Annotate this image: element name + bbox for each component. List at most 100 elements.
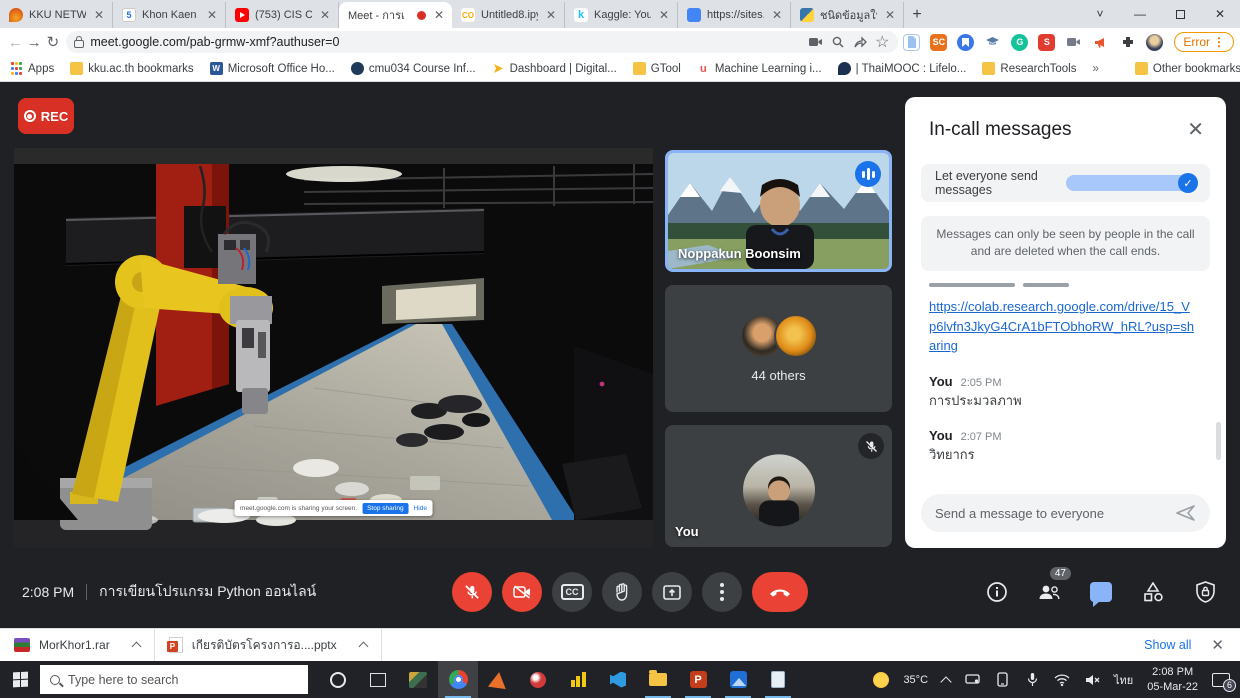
tab-search-chevron-icon[interactable]: ˅ [1080, 0, 1120, 28]
show-all-downloads-button[interactable]: Show all [1144, 638, 1191, 652]
bookmark-extension-icon[interactable] [957, 34, 974, 51]
start-button[interactable] [0, 661, 40, 698]
back-button[interactable]: ← [6, 30, 25, 54]
bookmark-thaimooc[interactable]: | ThaiMOOC : Lifelo... [838, 62, 967, 75]
zoom-icon[interactable] [830, 34, 846, 50]
meeting-details-button[interactable] [984, 579, 1010, 605]
tab-kku-network[interactable]: KKU NETWORK | S ✕ [0, 2, 113, 28]
taskbar-file-explorer[interactable] [638, 661, 678, 698]
weather-sun-icon[interactable] [873, 672, 889, 688]
tab-khon-kaen[interactable]: 5 Khon Kaen Univer ✕ [113, 2, 226, 28]
taskbar-search[interactable] [40, 665, 308, 694]
chat-scrollbar[interactable] [1216, 422, 1221, 460]
display-tray-icon[interactable] [964, 672, 980, 688]
tab-close-icon[interactable]: ✕ [92, 8, 106, 22]
megaphone-extension-icon[interactable] [1092, 34, 1109, 51]
mic-tray-icon[interactable] [1024, 672, 1040, 688]
taskbar-cortana[interactable] [318, 661, 358, 698]
shared-screen-video[interactable]: meet.google.com is sharing your screen. … [14, 148, 653, 548]
taskbar-notepad[interactable] [758, 661, 798, 698]
profile-avatar[interactable] [1146, 34, 1163, 51]
taskbar-matlab[interactable] [478, 661, 518, 698]
chat-message-input[interactable] [935, 506, 1168, 521]
tab-kaggle[interactable]: k Kaggle: Your Mac ✕ [565, 2, 678, 28]
tab-close-icon[interactable]: ✕ [883, 8, 897, 22]
bookmark-cmu034[interactable]: cmu034 Course Inf... [351, 62, 476, 75]
participant-tile-you[interactable]: You [665, 425, 892, 547]
extensions-puzzle-icon[interactable] [1119, 34, 1136, 51]
send-icon[interactable] [1176, 504, 1196, 522]
grammarly-extension-icon[interactable]: G [1011, 34, 1028, 51]
tab-close-icon[interactable]: ✕ [205, 8, 219, 22]
taskbar-power-bi[interactable] [558, 661, 598, 698]
taskbar-snipping-tool[interactable] [518, 661, 558, 698]
taskbar-photos[interactable] [718, 661, 758, 698]
present-screen-button[interactable] [652, 572, 692, 612]
other-bookmarks-button[interactable]: Other bookmarks [1135, 62, 1240, 75]
tab-numpy-thai[interactable]: ชนิดข้อมูลใน NumP ✕ [791, 2, 904, 28]
screencast-extension-icon[interactable] [1065, 34, 1082, 51]
url-text[interactable]: meet.google.com/pab-grmw-xmf?authuser=0 [90, 35, 802, 49]
close-downloads-bar-icon[interactable]: ✕ [1211, 636, 1224, 654]
scopus-extension-icon[interactable]: SC [930, 34, 947, 51]
host-controls-button[interactable] [1192, 579, 1218, 605]
screen-capture-icon[interactable] [808, 34, 824, 50]
close-window-button[interactable]: ✕ [1200, 0, 1240, 28]
tab-youtube-cis[interactable]: (753) CIS Comput ✕ [226, 2, 339, 28]
language-indicator[interactable]: ไทย [1114, 671, 1133, 689]
taskbar-vscode[interactable] [598, 661, 638, 698]
taskbar-search-input[interactable] [68, 673, 268, 687]
taskbar-powerpoint[interactable]: P [678, 661, 718, 698]
participant-tile-others[interactable]: 44 others [665, 285, 892, 412]
end-call-button[interactable] [752, 572, 808, 612]
tab-close-icon[interactable]: ✕ [432, 8, 446, 22]
bookmarks-overflow-button[interactable]: » [1092, 63, 1098, 75]
download-menu-chevron-icon[interactable] [358, 642, 368, 652]
minimize-button[interactable]: — [1120, 0, 1160, 28]
reload-button[interactable]: ↻ [44, 30, 63, 54]
bookmark-gtool-folder[interactable]: GTool [633, 62, 681, 75]
tab-meet-active[interactable]: Meet - การเ ✕ [339, 2, 452, 28]
download-item-pptx[interactable]: เกียรติบัตรโครงการอ....pptx [155, 629, 382, 661]
share-icon[interactable] [852, 34, 868, 50]
activities-button[interactable] [1140, 579, 1166, 605]
tab-close-icon[interactable]: ✕ [657, 8, 671, 22]
download-menu-chevron-icon[interactable] [131, 642, 141, 652]
taskbar-task-view[interactable] [358, 661, 398, 698]
tab-google-sites[interactable]: https://sites.goog ✕ [678, 2, 791, 28]
tab-close-icon[interactable]: ✕ [770, 8, 784, 22]
hide-share-bar-button[interactable]: Hide [414, 505, 427, 512]
taskbar-obs[interactable] [398, 661, 438, 698]
error-chip[interactable]: Error ⋮ [1174, 32, 1234, 52]
captions-button[interactable]: CC [552, 572, 592, 612]
weather-temp[interactable]: 35°C [903, 674, 928, 686]
bookmark-kku-folder[interactable]: kku.ac.th bookmarks [70, 62, 193, 75]
bookmark-apps[interactable]: Apps [10, 62, 54, 75]
taskbar-clock[interactable]: 2:08 PM 05-Mar-22 [1147, 665, 1198, 694]
bookmark-dashboard[interactable]: Dashboard | Digital... [492, 62, 617, 75]
forward-button[interactable]: → [25, 30, 44, 54]
gradcap-extension-icon[interactable] [984, 34, 1001, 51]
toggle-switch[interactable] [1066, 175, 1197, 191]
phone-tray-icon[interactable] [994, 672, 1010, 688]
mic-off-button[interactable] [452, 572, 492, 612]
doc-extension-icon[interactable] [903, 34, 920, 51]
tab-close-icon[interactable]: ✕ [544, 8, 558, 22]
menu-kebab-icon[interactable]: ⋮ [1213, 35, 1225, 49]
wifi-tray-icon[interactable] [1054, 672, 1070, 688]
allow-messages-toggle-row[interactable]: Let everyone send messages [921, 164, 1210, 202]
colab-link[interactable]: https://colab.research.google.com/drive/… [929, 299, 1194, 353]
camera-off-button[interactable] [502, 572, 542, 612]
chat-button-active[interactable] [1088, 579, 1114, 605]
stop-sharing-button[interactable]: Stop sharing [362, 503, 409, 514]
bookmark-researchtools-folder[interactable]: ResearchTools [982, 62, 1076, 75]
lock-icon[interactable] [74, 40, 84, 48]
taskbar-chrome[interactable] [438, 661, 478, 698]
tab-close-icon[interactable]: ✕ [318, 8, 332, 22]
new-tab-button[interactable]: + [904, 2, 930, 28]
tab-colab-notebook[interactable]: CO Untitled8.ipynb ✕ [452, 2, 565, 28]
address-bar[interactable]: meet.google.com/pab-grmw-xmf?authuser=0 … [66, 31, 898, 53]
more-options-button[interactable] [702, 572, 742, 612]
bookmark-udemy-ml[interactable]: u Machine Learning i... [697, 62, 822, 75]
bookmark-office[interactable]: W Microsoft Office Ho... [210, 62, 335, 75]
